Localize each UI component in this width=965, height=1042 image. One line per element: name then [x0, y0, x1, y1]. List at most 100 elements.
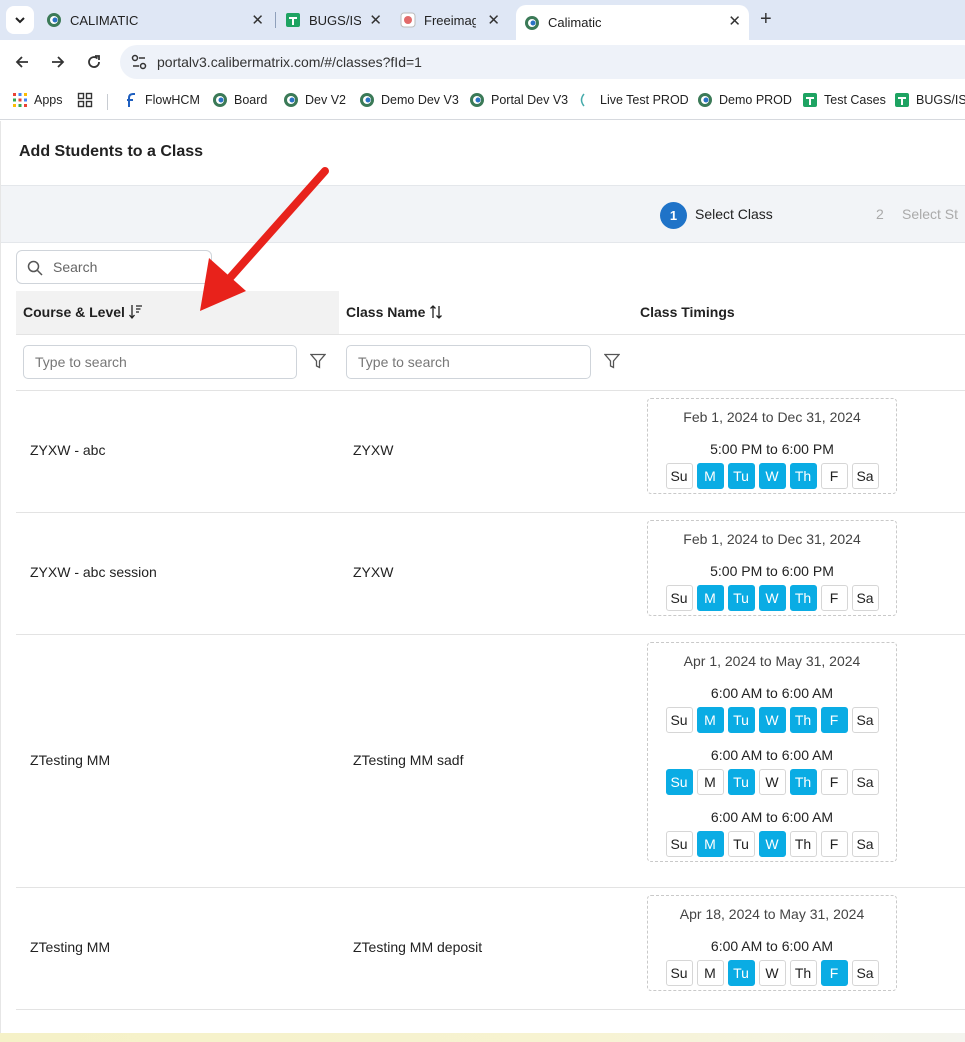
sort-descending-icon[interactable]	[128, 304, 143, 320]
table-row[interactable]: ZYXW - abc ZYXW Feb 1, 2024 to Dec 31, 202…	[16, 391, 965, 513]
step-2-number: 2	[876, 206, 884, 222]
filter-icon[interactable]	[310, 353, 326, 369]
date-range: Apr 18, 2024 to May 31, 2024	[679, 906, 865, 922]
new-tab-button[interactable]: +	[760, 8, 772, 31]
date-range: Feb 1, 2024 to Dec 31, 2024	[683, 531, 861, 547]
day-th-active: Th	[789, 585, 817, 611]
class-timing-card: Apr 18, 2024 to May 31, 2024 6:00 AM to 6…	[647, 895, 897, 991]
step-2-label[interactable]: Select St	[902, 206, 958, 222]
bookmark-separator	[107, 94, 108, 110]
search-input[interactable]	[51, 257, 201, 277]
class-name-cell: ZYXW	[353, 442, 394, 458]
tab-search-button[interactable]	[6, 6, 34, 34]
google-sheets-icon	[286, 13, 300, 27]
bookmark-live-test-prod[interactable]: Live Test PROD	[578, 92, 689, 108]
day-sa-inactive: Sa	[851, 960, 879, 986]
course-column-header[interactable]: Course & Level	[23, 304, 143, 320]
class-timing-card: Apr 1, 2024 to May 31, 2024 6:00 AM to 6:…	[647, 642, 897, 862]
tab-label: BUGS/ISS	[309, 12, 361, 28]
day-tu-active: Tu	[727, 585, 755, 611]
day-m-active: M	[696, 831, 724, 857]
day-su-inactive: Su	[665, 463, 693, 489]
table-row[interactable]: ZTesting MM ZTesting MM sadf Apr 1, 2024 t…	[16, 635, 965, 888]
bookmark-label: BUGS/ISS	[916, 93, 965, 107]
course-cell: ZYXW - abc	[30, 442, 106, 458]
course-filter-input[interactable]	[23, 345, 297, 379]
calimatic-icon	[360, 93, 374, 107]
tab-bugs[interactable]: BUGS/ISS ✕	[285, 6, 390, 34]
day-th-active: Th	[789, 769, 817, 795]
page-title: Add Students to a Class	[19, 143, 204, 160]
table-header: Course & Level Class Name Class Timings	[16, 291, 965, 335]
day-tu-active: Tu	[727, 463, 755, 489]
bookmark-label: Live Test PROD	[600, 93, 689, 107]
day-su-inactive: Su	[665, 960, 693, 986]
bookmark-test-cases[interactable]: Test Cases	[802, 92, 886, 108]
day-su-inactive: Su	[665, 831, 693, 857]
class-timing-card: Feb 1, 2024 to Dec 31, 2024 5:00 PM to 6:…	[647, 520, 897, 616]
day-th-inactive: Th	[789, 960, 817, 986]
reload-button[interactable]	[82, 50, 106, 74]
day-f-active: F	[820, 960, 848, 986]
tab-strip: CALIMATIC ✕ BUGS/ISS ✕ Freeimag ✕ Calima…	[0, 0, 965, 40]
tab-calimatic-1[interactable]: CALIMATIC ✕	[46, 6, 272, 34]
bookmark-flowhcm[interactable]: FlowHCM	[123, 92, 200, 108]
time-range: 5:00 PM to 6:00 PM	[710, 441, 834, 457]
date-range: Apr 1, 2024 to May 31, 2024	[683, 653, 861, 669]
class-timing-card: Feb 1, 2024 to Dec 31, 2024 5:00 PM to 6:…	[647, 398, 897, 494]
weekday-selector: Su M Tu W Th F Sa	[648, 769, 896, 795]
google-sheets-icon	[803, 93, 817, 107]
day-f-active: F	[820, 707, 848, 733]
weekday-selector: Su M Tu W Th F Sa	[648, 960, 896, 986]
step-1-label[interactable]: Select Class	[695, 206, 773, 222]
tab-freeimage[interactable]: Freeimag ✕	[400, 6, 508, 34]
tab-separator	[275, 12, 276, 28]
freeimage-icon	[400, 12, 416, 28]
loading-icon	[580, 93, 585, 107]
search-icon	[27, 260, 43, 276]
day-th-active: Th	[789, 463, 817, 489]
bookmark-dev-v2[interactable]: Dev V2	[283, 92, 346, 108]
bookmark-label: Dev V2	[305, 93, 346, 107]
grid-icon	[77, 92, 93, 108]
close-icon[interactable]: ✕	[487, 11, 500, 29]
time-range: 6:00 AM to 6:00 AM	[710, 809, 834, 825]
bookmark-label: Portal Dev V3	[491, 93, 569, 107]
weekday-selector: Su M Tu W Th F Sa	[648, 463, 896, 489]
taskbar-strip	[0, 1033, 965, 1042]
tab-label: Calimatic	[548, 15, 602, 30]
table-row[interactable]: ZYXW - abc session ZYXW Feb 1, 2024 to Dec…	[16, 513, 965, 635]
class-name-filter-input[interactable]	[346, 345, 591, 379]
bookmark-demo-dev-v3[interactable]: Demo Dev V3	[359, 92, 459, 108]
sort-icon[interactable]	[429, 304, 443, 320]
global-search[interactable]	[16, 250, 212, 284]
bookmark-demo-prod[interactable]: Demo PROD	[697, 92, 792, 108]
time-range: 5:00 PM to 6:00 PM	[710, 563, 834, 579]
bookmark-bugs[interactable]: BUGS/ISS	[894, 92, 965, 108]
class-name-column-header[interactable]: Class Name	[346, 304, 443, 320]
day-tu-inactive: Tu	[727, 831, 755, 857]
day-tu-active: Tu	[727, 960, 755, 986]
bookmark-portal-dev-v3[interactable]: Portal Dev V3	[469, 92, 568, 108]
class-name-header-label: Class Name	[346, 304, 426, 320]
bookmark-board[interactable]: Board	[212, 92, 267, 108]
class-name-cell: ZTesting MM deposit	[353, 939, 483, 955]
close-icon[interactable]: ✕	[369, 11, 382, 29]
site-settings-icon[interactable]	[130, 53, 148, 71]
day-w-inactive: W	[758, 769, 786, 795]
class-name-cell: ZYXW	[353, 564, 394, 580]
table-row[interactable]: ZTesting MM ZTesting MM deposit Apr 18, 20…	[16, 888, 965, 1010]
close-icon[interactable]: ✕	[728, 12, 741, 30]
calimatic-icon	[284, 93, 298, 107]
page-content: Add Students to a Class 1 Select Class 2…	[0, 121, 965, 1033]
address-bar[interactable]: portalv3.calibermatrix.com/#/classes?fId…	[120, 45, 965, 79]
forward-button[interactable]	[46, 50, 70, 74]
day-m-active: M	[696, 585, 724, 611]
tab-calimatic-active[interactable]: Calimatic ✕	[516, 5, 749, 40]
bookmark-apps[interactable]: Apps	[12, 92, 63, 108]
tab-groups-button[interactable]	[77, 92, 99, 108]
close-icon[interactable]: ✕	[251, 11, 264, 29]
filter-icon[interactable]	[604, 353, 620, 369]
day-sa-inactive: Sa	[851, 831, 879, 857]
back-button[interactable]	[10, 50, 34, 74]
